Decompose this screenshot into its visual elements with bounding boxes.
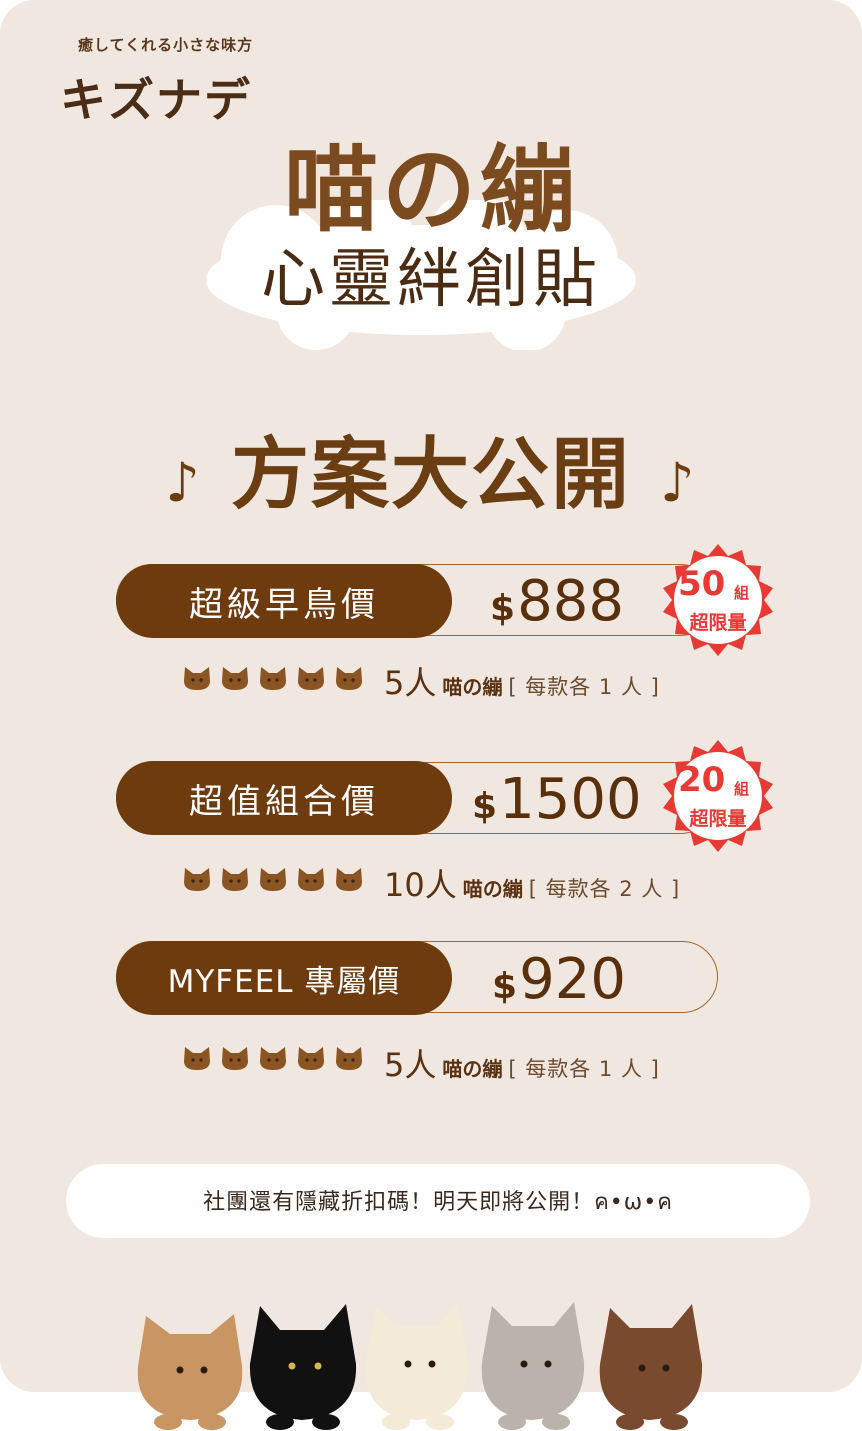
plan-quantity: 5人 [384,1046,437,1084]
cream-cat-plush [365,1302,469,1430]
plan-product: 喵の繃 [442,675,503,699]
badge-count: 20 [678,760,726,800]
plan-detail: [ 每款各 2 人 ] [528,877,681,901]
price-value: 1500 [499,767,642,832]
currency-symbol: $ [492,966,518,1007]
plans-headline-text: 方案大公開 [230,430,631,520]
cat-icons [182,663,364,691]
currency-symbol: $ [472,786,498,827]
plan-quantity: 10人 [384,866,457,904]
cat-icons [182,1043,364,1071]
cat-head-icon [260,868,286,891]
plan-detail: [ 每款各 1 人 ] [508,1057,660,1081]
plan-quantity: 5人 [384,664,437,702]
cat-head-icon [260,667,286,690]
cat-head-icon [222,868,248,891]
cat-head-icon [222,1047,248,1070]
badge-unit: 組 [734,780,750,798]
price-value: 888 [517,569,624,634]
cat-head-icon [222,667,248,690]
plan-combo-label: 超值組合價 [116,761,452,835]
price-value: 920 [519,947,626,1012]
plan-myfeel-label: MYFEEL 專屬價 [116,941,452,1015]
discount-banner: 社團還有隱藏折扣碼！明天即將公開！ค•ω•ค [66,1164,810,1238]
cat-head-icon [336,1047,362,1070]
plan-early-bird-desc: 5人 喵の繃[ 每款各 1 人 ] [384,658,660,704]
currency-symbol: $ [490,588,516,629]
plan-combo-desc: 10人 喵の繃[ 每款各 2 人 ] [384,860,680,906]
limited-badge: 20 組 超限量 [658,738,778,858]
plan-early-bird-label: 超級早鳥價 [116,564,452,638]
badge-limited-text: 超限量 [689,612,747,634]
plan-product: 喵の繃 [442,1057,503,1081]
cat-head-icon [184,1047,210,1070]
music-note-icon: ♪ [660,451,697,514]
cat-head-icon [184,667,210,690]
plan-myfeel-price: $920 [492,952,626,1008]
cat-icons [182,864,364,892]
cat-head-icon [260,1047,286,1070]
cat-head-icon [298,667,324,690]
black-cat-plush [249,1304,357,1430]
plan-detail: [ 每款各 1 人 ] [508,675,660,699]
plan-combo-price: $1500 [472,772,642,828]
plans-headline: ♪ 方案大公開 ♪ [0,412,862,524]
tan-cat-plush [137,1314,243,1430]
badge-count: 50 [678,564,726,604]
brown-cat-plush [599,1304,703,1430]
cat-head-icon [298,1047,324,1070]
badge-unit: 組 [734,584,750,602]
grey-cat-plush [481,1302,585,1430]
plan-early-bird-price: $888 [490,574,624,630]
product-subtitle: 心靈絆創貼 [261,243,601,317]
cat-head-icon [336,868,362,891]
cat-head-icon [184,868,210,891]
limited-badge: 50 組 超限量 [658,542,778,662]
brand-tagline: 癒してくれる小さな味方 [78,36,254,54]
plan-myfeel-desc: 5人 喵の繃[ 每款各 1 人 ] [384,1040,660,1086]
cat-head-icon [298,868,324,891]
cat-head-icon [336,667,362,690]
plush-cats-illustration [137,1302,703,1430]
plan-product: 喵の繃 [462,877,523,901]
music-note-icon: ♪ [165,451,202,514]
badge-limited-text: 超限量 [689,808,747,830]
